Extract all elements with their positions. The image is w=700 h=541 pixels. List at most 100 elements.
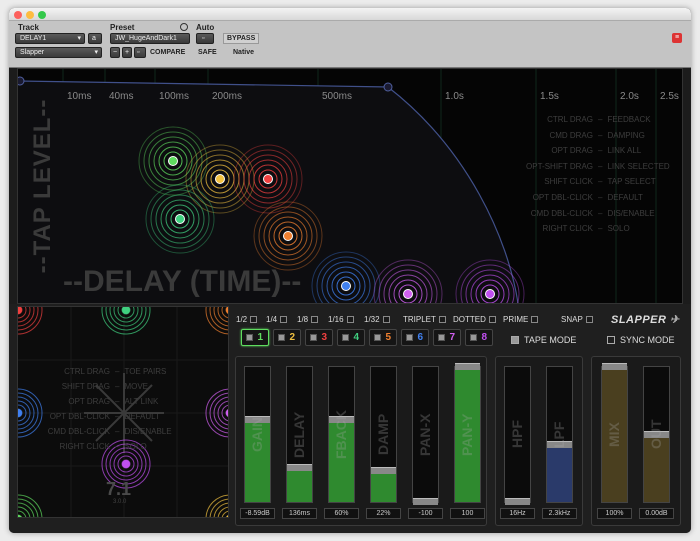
fader-hpf[interactable]: HPF (504, 366, 531, 505)
timing-option-prime[interactable]: PRIME (503, 315, 539, 324)
tap-button-2[interactable]: 2 (273, 329, 301, 346)
tap-enable-checkbox[interactable] (342, 334, 349, 341)
timing-checkbox[interactable] (382, 316, 390, 324)
tap-enable-checkbox[interactable] (406, 334, 413, 341)
track-mode-button[interactable]: a (88, 33, 102, 44)
fader-value-pan-y[interactable]: 100 (450, 508, 485, 519)
help-row: SHIFT CLICK – TAP SELECT (518, 177, 678, 193)
tape-mode-checkbox[interactable] (511, 336, 519, 344)
fader-lpf[interactable]: LPF (546, 366, 573, 503)
fader-delay[interactable]: DELAY (286, 366, 313, 503)
sync-mode-label: SYNC MODE (620, 335, 675, 345)
fader-value-out[interactable]: 0.00dB (639, 508, 674, 519)
xy-tap-node[interactable] (18, 307, 43, 335)
help-separator: – (598, 115, 603, 124)
auto-button[interactable]: ▫ (196, 33, 214, 44)
fader-gain[interactable]: GAIN (244, 366, 271, 503)
help-separator: – (115, 397, 120, 406)
bypass-button[interactable]: BYPASS (223, 33, 259, 44)
timing-checkbox[interactable] (280, 316, 288, 324)
preset-minus-button[interactable]: − (110, 47, 120, 58)
sync-mode-toggle[interactable]: SYNC MODE (607, 335, 675, 345)
track-selector[interactable]: DELAY1 ▾ (15, 33, 85, 44)
timing-option-1-8[interactable]: 1/8 (297, 315, 319, 324)
fader-value-mix[interactable]: 100% (597, 508, 632, 519)
fader-value-delay[interactable]: 136ms (282, 508, 317, 519)
native-label: Native (233, 49, 255, 56)
tap-enable-checkbox[interactable] (470, 334, 477, 341)
controls-panel: 1/2 1/4 1/8 1/16 1/32 TRIPLET DOTTED PRIME SNAP … (231, 304, 683, 529)
auto-label: Auto (196, 23, 215, 32)
timing-option-dotted[interactable]: DOTTED (453, 315, 496, 324)
preset-clock-icon[interactable] (180, 23, 188, 31)
fader-value-gain[interactable]: -8.59dB (240, 508, 275, 519)
tape-mode-toggle[interactable]: TAPE MODE (511, 335, 576, 345)
preset-save-icon[interactable]: ▫ (134, 47, 146, 58)
compare-button[interactable]: COMPARE (150, 47, 185, 58)
help-result: DIS/ENABLE (124, 427, 172, 436)
xy-tap-node[interactable] (18, 494, 43, 518)
tap-enable-checkbox[interactable] (246, 334, 253, 341)
fader-value-lpf[interactable]: 2.3kHz (542, 508, 577, 519)
tap-enable-checkbox[interactable] (310, 334, 317, 341)
fader-value-hpf[interactable]: 16Hz (500, 508, 535, 519)
timing-option-1-16[interactable]: 1/16 (328, 315, 354, 324)
tap-enable-checkbox[interactable] (374, 334, 381, 341)
tap-button-7[interactable]: 7 (433, 329, 461, 346)
envelope-handle-start[interactable] (18, 76, 25, 86)
tap-button-8[interactable]: 8 (465, 329, 493, 346)
xy-tap-node[interactable] (101, 307, 151, 335)
xy-tap-node[interactable] (205, 494, 229, 518)
timing-option-triplet[interactable]: TRIPLET (403, 315, 446, 324)
tap-button-3[interactable]: 3 (305, 329, 333, 346)
fader-value-damp[interactable]: 22% (366, 508, 401, 519)
time-tick-label: 1.0s (445, 91, 464, 102)
timing-option-1-32[interactable]: 1/32 (364, 315, 390, 324)
fader-value-pan-x[interactable]: -100 (408, 508, 443, 519)
envelope-handle-end[interactable] (383, 82, 393, 92)
safe-button[interactable]: SAFE (198, 47, 217, 58)
timing-checkbox[interactable] (346, 316, 354, 324)
help-separator: – (598, 208, 603, 218)
fader-value-fback[interactable]: 60% (324, 508, 359, 519)
plugin-menu-icon[interactable]: ≡ (672, 33, 682, 43)
xy-tap-node[interactable] (205, 307, 229, 335)
tap-button-6[interactable]: 6 (401, 329, 429, 346)
timing-checkbox[interactable] (311, 316, 319, 324)
help-action: RIGHT CLICK (59, 442, 110, 451)
tap-node-4[interactable] (145, 184, 215, 254)
timing-option-snap[interactable]: SNAP (561, 315, 593, 324)
minimize-icon[interactable] (26, 11, 34, 19)
zoom-icon[interactable] (38, 11, 46, 19)
tap-display[interactable]: 10ms 40ms 100ms 200ms 500ms 1.0s 1.5s 2.0s 2.5s … (17, 68, 683, 304)
close-icon[interactable] (14, 11, 22, 19)
tap-enable-checkbox[interactable] (438, 334, 445, 341)
timing-option-1-4[interactable]: 1/4 (266, 315, 288, 324)
timing-checkbox[interactable] (488, 316, 496, 324)
tap-enable-checkbox[interactable] (278, 334, 285, 341)
tap-button-1[interactable]: 1 (241, 329, 269, 346)
timing-option-1-2[interactable]: 1/2 (236, 315, 258, 324)
sync-mode-checkbox[interactable] (607, 336, 615, 344)
help-separator: – (598, 177, 603, 187)
tap-node-5[interactable] (253, 201, 323, 271)
fader-pan-y[interactable]: PAN-Y (454, 363, 481, 503)
timing-checkbox[interactable] (250, 316, 258, 324)
fader-fback[interactable]: FBACK (328, 366, 355, 503)
xy-pan-pad[interactable]: CTRL DRAG – TOE PAIRS SHIFT DRAG – MOVE OPT DR… (17, 306, 229, 518)
tap-button-5[interactable]: 5 (369, 329, 397, 346)
help-row: CMD DRAG – DAMPING (518, 131, 678, 147)
preset-plus-button[interactable]: + (122, 47, 132, 58)
insert-selector[interactable]: Slapper ▾ (15, 47, 102, 58)
fader-out[interactable]: OUT (643, 366, 670, 503)
preset-selector[interactable]: JW_HugeAndDark1 (110, 33, 190, 44)
timing-checkbox[interactable] (531, 316, 539, 324)
fader-mix[interactable]: MIX (601, 363, 628, 503)
timing-checkbox[interactable] (585, 316, 593, 324)
tap-node-3[interactable] (233, 144, 303, 214)
fader-pan-x[interactable]: PAN-X (412, 366, 439, 505)
fader-damp[interactable]: DAMP (370, 366, 397, 503)
timing-checkbox[interactable] (438, 316, 446, 324)
fader-label-out: OUT (648, 419, 664, 450)
tap-button-4[interactable]: 4 (337, 329, 365, 346)
